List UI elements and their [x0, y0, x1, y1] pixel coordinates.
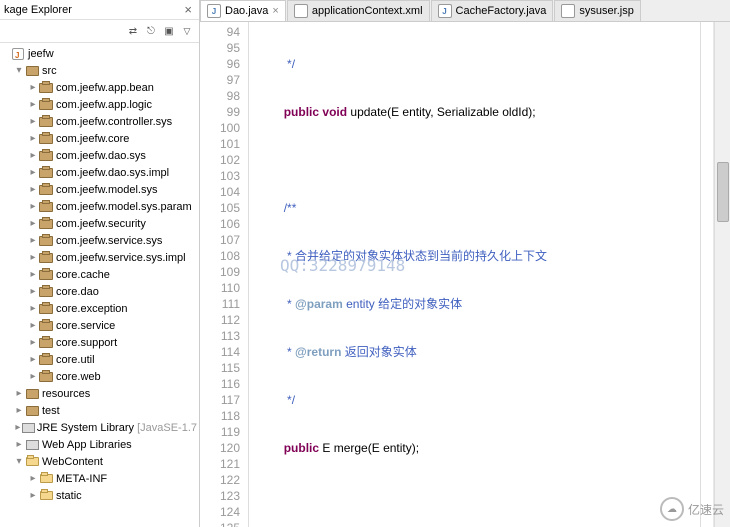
- package-node[interactable]: ▸com.jeefw.dao.sys: [0, 147, 199, 164]
- package-node[interactable]: ▸com.jeefw.service.sys.impl: [0, 249, 199, 266]
- brand-label: 亿速云: [688, 501, 724, 518]
- package-node[interactable]: ▸com.jeefw.service.sys: [0, 232, 199, 249]
- package-node[interactable]: ▸com.jeefw.dao.sys.impl: [0, 164, 199, 181]
- line-number: 114: [220, 344, 240, 360]
- line-number: 121: [220, 456, 240, 472]
- editor-tabs: Dao.java× applicationContext.xml CacheFa…: [200, 0, 730, 22]
- resources-folder[interactable]: ▸resources: [0, 385, 199, 402]
- line-number: 105: [220, 200, 240, 216]
- explorer-header: kage Explorer ×: [0, 0, 199, 20]
- line-number: 113: [220, 328, 240, 344]
- jsp-file-icon: [561, 4, 575, 18]
- collapse-icon[interactable]: ⇄: [125, 23, 141, 39]
- link-icon[interactable]: ⎋: [143, 23, 159, 39]
- package-node[interactable]: ▸core.dao: [0, 283, 199, 300]
- line-number: 119: [220, 424, 240, 440]
- line-number: 100: [220, 120, 240, 136]
- jre-library[interactable]: ▸JRE System Library [JavaSE-1.7: [0, 419, 199, 436]
- package-node[interactable]: ▸com.jeefw.model.sys: [0, 181, 199, 198]
- line-number: 104: [220, 184, 240, 200]
- project-node[interactable]: jeefw: [0, 45, 199, 62]
- line-number: 112: [220, 312, 240, 328]
- overview-ruler[interactable]: [700, 22, 714, 527]
- vertical-scrollbar[interactable]: [714, 22, 730, 527]
- package-node[interactable]: ▸core.cache: [0, 266, 199, 283]
- code-area: 94 95 96 97 98 99 100 101 102 103 104 10…: [200, 22, 730, 527]
- editor-area: Dao.java× applicationContext.xml CacheFa…: [200, 0, 730, 527]
- line-number: 107: [220, 232, 240, 248]
- line-number: 110: [220, 280, 240, 296]
- java-file-icon: [438, 4, 452, 18]
- line-number: 103: [220, 168, 240, 184]
- line-number: 95: [220, 40, 240, 56]
- tab-appcontext-xml[interactable]: applicationContext.xml: [287, 0, 430, 21]
- line-number: 108: [220, 248, 240, 264]
- package-explorer: kage Explorer × ⇄ ⎋ ▣ ▽ jeefw ▾src ▸com.…: [0, 0, 200, 527]
- package-node[interactable]: ▸com.jeefw.controller.sys: [0, 113, 199, 130]
- line-number: 122: [220, 472, 240, 488]
- line-number: 125: [220, 520, 240, 527]
- line-number: 101: [220, 136, 240, 152]
- line-number: 98: [220, 88, 240, 104]
- package-node[interactable]: ▸core.util: [0, 351, 199, 368]
- xml-file-icon: [294, 4, 308, 18]
- package-node[interactable]: ▸com.jeefw.app.bean: [0, 79, 199, 96]
- close-icon[interactable]: ×: [272, 5, 278, 17]
- webcontent-folder[interactable]: ▾WebContent: [0, 453, 199, 470]
- tab-dao-java[interactable]: Dao.java×: [200, 0, 286, 21]
- line-number: 97: [220, 72, 240, 88]
- line-number: 120: [220, 440, 240, 456]
- package-node[interactable]: ▸com.jeefw.app.logic: [0, 96, 199, 113]
- line-number: 96: [220, 56, 240, 72]
- explorer-title: kage Explorer: [4, 4, 181, 16]
- tab-cachefactory-java[interactable]: CacheFactory.java: [431, 0, 554, 21]
- line-number: 118: [220, 408, 240, 424]
- line-number: 123: [220, 488, 240, 504]
- src-folder[interactable]: ▾src: [0, 62, 199, 79]
- line-number: 106: [220, 216, 240, 232]
- code-content[interactable]: */ public void update(E entity, Serializ…: [249, 22, 700, 527]
- webapp-library[interactable]: ▸Web App Libraries: [0, 436, 199, 453]
- tab-sysuser-jsp[interactable]: sysuser.jsp: [554, 0, 640, 21]
- project-label: jeefw: [28, 46, 54, 62]
- scrollbar-thumb[interactable]: [717, 162, 729, 222]
- line-number: 115: [220, 360, 240, 376]
- cloud-icon: ☁: [660, 497, 684, 521]
- src-label: src: [42, 63, 57, 79]
- line-number: 117: [220, 392, 240, 408]
- brand-logo: ☁ 亿速云: [660, 497, 724, 521]
- line-number: 124: [220, 504, 240, 520]
- line-number: 94: [220, 24, 240, 40]
- close-icon[interactable]: ×: [181, 2, 195, 17]
- metainf-folder[interactable]: ▸META-INF: [0, 470, 199, 487]
- package-node[interactable]: ▸com.jeefw.model.sys.param: [0, 198, 199, 215]
- static-folder[interactable]: ▸static: [0, 487, 199, 504]
- test-folder[interactable]: ▸test: [0, 402, 199, 419]
- package-node[interactable]: ▸core.service: [0, 317, 199, 334]
- line-number: 111: [220, 296, 240, 312]
- line-gutter: 94 95 96 97 98 99 100 101 102 103 104 10…: [200, 22, 249, 527]
- line-number: 116: [220, 376, 240, 392]
- explorer-toolbar: ⇄ ⎋ ▣ ▽: [0, 20, 199, 43]
- line-number: 99: [220, 104, 240, 120]
- focus-icon[interactable]: ▣: [161, 23, 177, 39]
- menu-icon[interactable]: ▽: [179, 23, 195, 39]
- package-node[interactable]: ▸core.support: [0, 334, 199, 351]
- package-tree: jeefw ▾src ▸com.jeefw.app.bean ▸com.jeef…: [0, 43, 199, 527]
- package-node[interactable]: ▸com.jeefw.security: [0, 215, 199, 232]
- package-node[interactable]: ▸core.exception: [0, 300, 199, 317]
- line-number: 109: [220, 264, 240, 280]
- package-node[interactable]: ▸core.web: [0, 368, 199, 385]
- java-file-icon: [207, 4, 221, 18]
- line-number: 102: [220, 152, 240, 168]
- package-node[interactable]: ▸com.jeefw.core: [0, 130, 199, 147]
